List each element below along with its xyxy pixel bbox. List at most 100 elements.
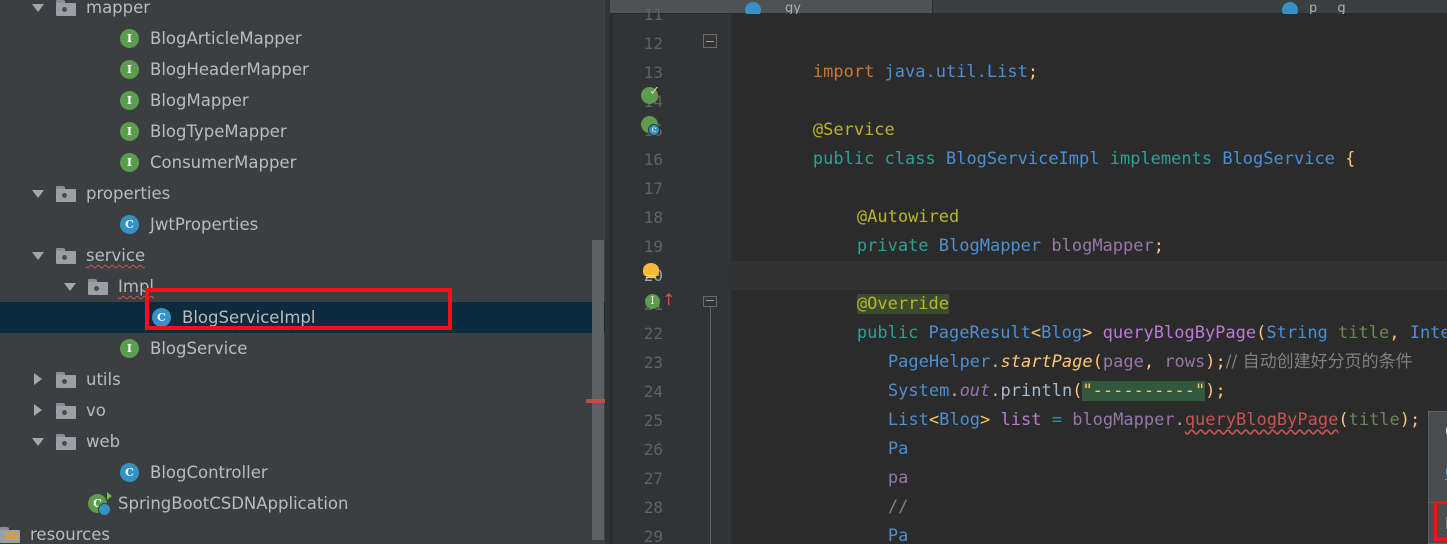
tok-iface: BlogService (1222, 149, 1346, 169)
tok-unresolved-method: queryBlogByPage (1184, 410, 1339, 430)
tooltip-divider (1429, 502, 1447, 503)
code-line-21: public PageResult<Blog> queryBlogByPage(… (731, 290, 1447, 343)
sidebar-scrollbar[interactable] (592, 240, 604, 540)
chevron-right-icon[interactable] (32, 373, 45, 386)
code-line-20: @Override (731, 261, 950, 314)
tree-item-mapper[interactable]: mapper (0, 0, 610, 23)
folder-icon (56, 186, 76, 202)
code-line-28: Pa (731, 493, 908, 544)
tree-item-web[interactable]: web (0, 426, 610, 457)
tok-classname: BlogServiceImpl (945, 149, 1110, 169)
class-icon: C (152, 308, 171, 327)
folder-icon (56, 372, 76, 388)
tree-item-blogtypemapper[interactable]: I BlogTypeMapper (0, 116, 610, 147)
folder-icon (56, 434, 76, 450)
tree-item-springbootcsdnapplication[interactable]: C SpringBootCSDNApplication (0, 488, 610, 519)
tree-item-jwtproperties[interactable]: C JwtProperties (0, 209, 610, 240)
line-number: 27 (643, 469, 663, 488)
folder-icon-detail (62, 410, 67, 415)
folder-icon (56, 403, 76, 419)
tree-item-blogcontroller[interactable]: C BlogController (0, 457, 610, 488)
tree-item-label: resources (30, 525, 110, 544)
code-line-15: public class BlogServiceImpl implements … (731, 116, 1356, 169)
line-number: 25 (643, 411, 663, 430)
tree-item-resources[interactable]: resources (0, 519, 610, 544)
tree-item-label: JwtProperties (150, 215, 259, 234)
chevron-down-icon[interactable] (32, 187, 45, 200)
line-number: 18 (643, 208, 663, 227)
tree-item-blogmapper[interactable]: I BlogMapper (0, 85, 610, 116)
code-line-17: @Autowired (731, 174, 959, 227)
tree-item-label: properties (86, 184, 171, 203)
tok-implements: implements (1109, 149, 1223, 169)
gutter-run-icon[interactable]: ✓ (641, 84, 660, 104)
tok-var24: list (1000, 410, 1052, 430)
ide-window: mapper I BlogArticleMapper I BlogHeaderMappe… (0, 0, 1447, 544)
line-number: 24 (643, 382, 663, 401)
folder-icon (56, 248, 76, 264)
code-text-area[interactable]: import java.util.List; @Service public c… (731, 14, 1447, 544)
tree-item-label: vo (86, 401, 106, 420)
tok-obj24: blogMapper (1072, 410, 1175, 430)
project-tree-panel[interactable]: mapper I BlogArticleMapper I BlogHeaderMappe… (0, 0, 610, 544)
line-number: 12 (643, 34, 663, 53)
tok-ptype2: Integer (1409, 323, 1447, 343)
chevron-down-icon[interactable] (64, 280, 77, 293)
tree-item-label: mapper (86, 0, 151, 17)
editor-border (610, 14, 612, 544)
code-line-22: PageHelper.startPage(page, rows);// 自动创建… (731, 319, 1413, 372)
chevron-right-icon[interactable] (32, 404, 45, 417)
chevron-down-icon[interactable] (32, 1, 45, 14)
interface-icon: I (120, 29, 139, 48)
tooltip-action-row[interactable]: Create method 'queryBlogByPage' in 'Blog… (1429, 457, 1447, 541)
tok-pkg: java.util.List (874, 62, 1028, 82)
resources-folder-icon (0, 527, 20, 543)
code-line-26: pa (731, 435, 908, 488)
editor-tab-secondary[interactable]: p g (934, 0, 1447, 18)
tree-item-utils[interactable]: utils (0, 364, 610, 395)
tok-semi18: ; (1153, 236, 1164, 256)
chevron-down-icon[interactable] (32, 435, 45, 448)
error-tooltip-popup[interactable]: Cannot resolve method 'queryBlogByPage' … (1428, 411, 1447, 544)
tree-item-blogheadermapper[interactable]: I BlogHeaderMapper (0, 54, 610, 85)
line-number: 29 (643, 527, 663, 544)
code-editor[interactable]: gy p g 111213141516171819202122232425262… (610, 0, 1447, 544)
editor-tab-strip[interactable]: gy p g (610, 0, 1447, 18)
tree-item-label: BlogTypeMapper (150, 122, 287, 141)
tok-private: private (856, 236, 939, 256)
intention-bulb-icon[interactable] (643, 263, 659, 277)
gutter-implements-icon[interactable]: I (645, 294, 660, 309)
tree-item-vo[interactable]: vo (0, 395, 610, 426)
interface-icon: I (120, 339, 139, 358)
class-icon: C (120, 215, 139, 234)
gutter-spring-bean-icon[interactable]: c (641, 116, 660, 136)
spring-boot-application-icon: C (88, 492, 112, 516)
line-number: 22 (643, 324, 663, 343)
tree-item-properties[interactable]: properties (0, 178, 610, 209)
tree-item-service[interactable]: service (0, 240, 610, 271)
tree-item-blogservice[interactable]: I BlogService (0, 333, 610, 364)
tree-item-label: BlogService (150, 339, 248, 358)
code-line-12: import java.util.List; (731, 29, 1038, 82)
code-line-14: @Service (731, 87, 895, 140)
tree-item-blogserviceimpl[interactable]: C BlogServiceImpl (0, 302, 610, 333)
folder-icon-detail (62, 193, 67, 198)
tree-item-consumermapper[interactable]: I ConsumerMapper (0, 147, 610, 178)
chevron-down-icon[interactable] (32, 249, 45, 262)
gutter-override-arrow-icon[interactable]: ↑ (662, 290, 675, 309)
code-line-27: // (731, 464, 908, 517)
tree-item-blogarticlemapper[interactable]: I BlogArticleMapper (0, 23, 610, 54)
tree-item-impl[interactable]: Impl (0, 271, 610, 302)
code-line-24: List<Blog> list = blogMapper.queryBlogBy… (731, 377, 1420, 430)
fold-marker-method[interactable] (703, 296, 717, 307)
tree-item-label: ConsumerMapper (150, 153, 297, 172)
fold-marker-import[interactable] (703, 34, 717, 48)
line-number: 26 (643, 440, 663, 459)
tree-item-label: web (86, 432, 121, 451)
editor-fold-column[interactable] (693, 14, 731, 544)
